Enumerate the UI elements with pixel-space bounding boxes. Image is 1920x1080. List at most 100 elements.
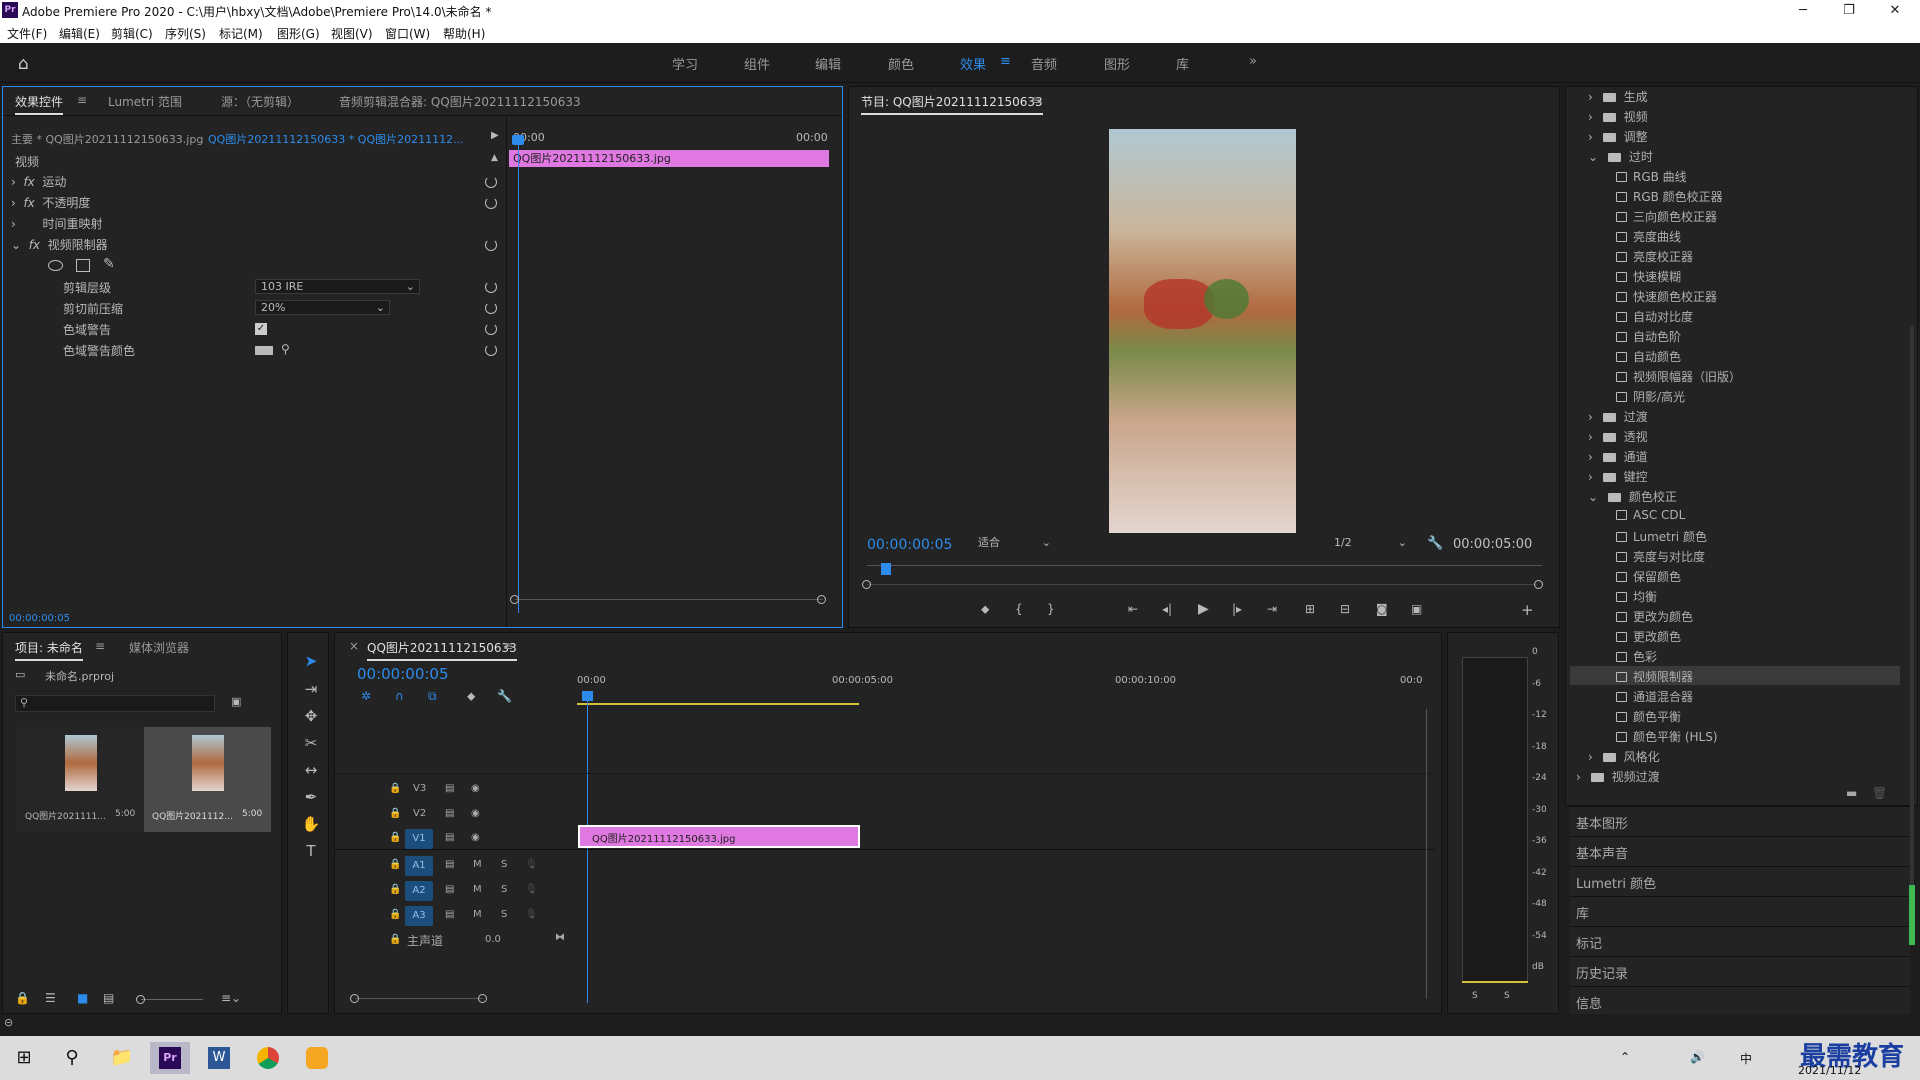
panel-info[interactable]: 信息	[1570, 986, 1910, 1016]
workspace-learn[interactable]: 学习	[672, 54, 698, 73]
ec-clip-bar[interactable]: QQ图片20211112150633.jpg	[509, 150, 829, 167]
zoom-handle-right[interactable]	[478, 994, 487, 1003]
zoom-handle-right[interactable]	[1534, 580, 1543, 589]
chevron-right-icon[interactable]: ›	[1588, 410, 1597, 424]
menu-view[interactable]: 视图(V)	[331, 25, 373, 42]
go-to-out-icon[interactable]: ⇥	[1267, 602, 1277, 623]
reset-icon[interactable]	[485, 281, 497, 293]
project-item[interactable]: QQ图片2021112... 5:00	[144, 727, 271, 832]
effects-folder[interactable]: › 键控	[1570, 466, 1900, 485]
track-label-v1[interactable]: V1	[405, 829, 433, 849]
panel-history[interactable]: 历史记录	[1570, 956, 1910, 986]
menu-marker[interactable]: 标记(M)	[219, 25, 263, 42]
effect-item[interactable]: 亮度曲线	[1570, 226, 1900, 245]
sync-lock-icon[interactable]: ▤	[445, 909, 454, 920]
step-back-icon[interactable]: ◂|	[1162, 602, 1172, 623]
linked-selection-icon[interactable]: ⧉	[428, 689, 437, 710]
menu-window[interactable]: 窗口(W)	[385, 25, 430, 42]
gamut-color-swatch[interactable]	[255, 346, 273, 355]
search-icon[interactable]: ⚲	[56, 1042, 88, 1074]
freeform-view-icon[interactable]: ▤	[103, 991, 114, 1012]
step-forward-icon[interactable]: |▸	[1232, 602, 1242, 623]
workspace-assembly[interactable]: 组件	[744, 54, 770, 73]
effect-item[interactable]: 自动色阶	[1570, 326, 1900, 345]
zoom-handle-left[interactable]	[510, 595, 519, 604]
panel-essential-graphics[interactable]: 基本图形	[1570, 806, 1910, 836]
effects-folder[interactable]: › 透视	[1570, 426, 1900, 445]
razor-tool-icon[interactable]: ✂	[298, 734, 324, 756]
effect-item[interactable]: 自动对比度	[1570, 306, 1900, 325]
minimize-button[interactable]: ─	[1780, 0, 1826, 21]
menu-clip[interactable]: 剪辑(C)	[111, 25, 153, 42]
effect-item[interactable]: 色彩	[1570, 646, 1900, 665]
word-icon[interactable]: W	[208, 1047, 230, 1069]
chevron-right-icon[interactable]: ›	[1576, 770, 1585, 784]
effect-item[interactable]: ASC CDL	[1570, 506, 1900, 525]
program-timecode[interactable]: 00:00:00:05	[867, 537, 952, 558]
lock-icon[interactable]: 🔒	[389, 934, 401, 945]
effect-item[interactable]: 保留颜色	[1570, 566, 1900, 585]
track-label-a3[interactable]: A3	[405, 906, 433, 926]
effect-item[interactable]: 通道混合器	[1570, 686, 1900, 705]
eyedropper-icon[interactable]: ⚲	[281, 342, 290, 363]
file-explorer-icon[interactable]: 📁	[106, 1042, 138, 1074]
master-volume-value[interactable]: 0.0	[485, 934, 501, 945]
solo-right-button[interactable]: S	[1504, 991, 1510, 1012]
tab-source[interactable]: 源：（无剪辑）	[221, 93, 299, 110]
panel-markers[interactable]: 标记	[1570, 926, 1910, 956]
effect-item[interactable]: 自动颜色	[1570, 346, 1900, 365]
playhead-handle[interactable]	[582, 691, 593, 701]
program-zoom-bar[interactable]	[867, 584, 1537, 585]
go-to-in-icon[interactable]: ⇤	[1128, 602, 1138, 623]
home-icon[interactable]: ⌂	[18, 54, 29, 74]
timeline-zoom-bar[interactable]	[355, 998, 483, 999]
chevron-right-icon[interactable]: ›	[1588, 130, 1597, 144]
work-area-bar[interactable]	[577, 703, 859, 705]
lock-icon[interactable]: 🔒	[389, 808, 401, 819]
play-icon[interactable]: ▶	[1198, 601, 1209, 622]
timeline-timecode[interactable]: 00:00:00:05	[357, 665, 449, 686]
workspace-menu-icon[interactable]: ≡	[1000, 54, 1011, 69]
chevron-right-icon[interactable]: ›	[1588, 90, 1597, 104]
settings-wrench-icon[interactable]: 🔧	[1427, 536, 1443, 557]
compress-dropdown[interactable]: 20% ⌄	[255, 300, 390, 315]
chevron-down-icon[interactable]: ⌄	[1588, 150, 1602, 164]
tab-effect-controls[interactable]: 效果控件	[15, 93, 64, 115]
comparison-view-icon[interactable]: ▣	[1411, 602, 1422, 623]
reset-icon[interactable]	[485, 197, 497, 209]
fit-dropdown[interactable]: 适合 ⌄	[973, 536, 1055, 551]
reset-icon[interactable]	[485, 176, 497, 188]
effect-item[interactable]: 快速颜色校正器	[1570, 286, 1900, 305]
track-label-a1[interactable]: A1	[405, 856, 433, 876]
effects-folder[interactable]: ⌄ 颜色校正	[1570, 486, 1900, 505]
project-item[interactable]: QQ图片2021111... 5:00	[17, 727, 144, 832]
list-view-icon[interactable]: ☰	[45, 991, 56, 1012]
solo-left-button[interactable]: S	[1472, 991, 1478, 1012]
panel-lumetri-color[interactable]: Lumetri 颜色	[1570, 866, 1910, 896]
type-tool-icon[interactable]: T	[298, 842, 324, 864]
eye-icon[interactable]: ◉	[471, 808, 480, 819]
mute-button[interactable]: M	[473, 909, 482, 920]
effects-folder[interactable]: › 调整	[1570, 126, 1900, 145]
ellipse-mask-icon[interactable]	[48, 260, 63, 271]
extract-icon[interactable]: ⊟	[1340, 602, 1350, 623]
menu-file[interactable]: 文件(F)	[7, 25, 47, 42]
workspace-libraries[interactable]: 库	[1176, 54, 1189, 73]
master-clip-label[interactable]: 主要 * QQ图片20211112150633.jpg	[11, 131, 203, 152]
go-to-end-icon[interactable]: ⧓	[555, 932, 565, 943]
workspace-color[interactable]: 颜色	[888, 54, 914, 73]
delete-icon[interactable]: 🗑	[1872, 786, 1887, 800]
tray-up-icon[interactable]: ⌃	[1620, 1050, 1630, 1064]
track-label-v3[interactable]: V3	[413, 783, 426, 794]
chevron-right-icon[interactable]: ›	[1588, 430, 1597, 444]
track-select-tool-icon[interactable]: ⇥	[298, 680, 324, 702]
taskbar-date[interactable]: 2021/11/12	[1798, 1064, 1861, 1077]
ec-timecode[interactable]: 00:00:00:05	[9, 613, 70, 634]
reset-icon[interactable]	[485, 323, 497, 335]
effect-item[interactable]: 三向颜色校正器	[1570, 206, 1900, 225]
close-button[interactable]: ✕	[1872, 0, 1918, 21]
effects-folder[interactable]: › 通道	[1570, 446, 1900, 465]
add-marker-icon[interactable]: ⬥	[981, 602, 989, 623]
collapse-icon[interactable]: ▲	[491, 153, 498, 174]
ec-playhead[interactable]	[518, 135, 519, 613]
